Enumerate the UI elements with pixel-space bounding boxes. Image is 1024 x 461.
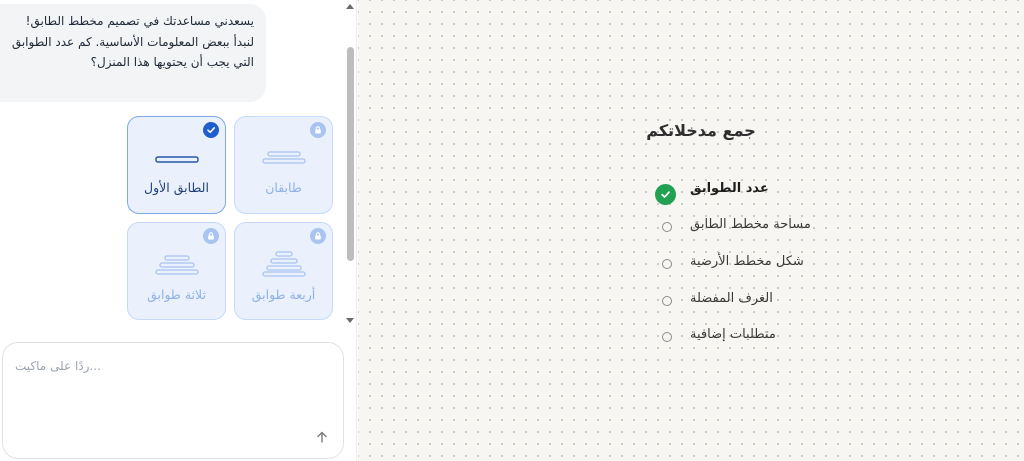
step-connector	[665, 197, 666, 204]
step-label: مساحة مخطط الطابق	[690, 217, 811, 232]
step-item-shape: شكل مخطط الأرضية	[660, 254, 860, 287]
lock-icon	[310, 228, 326, 244]
input-placeholder: ...ردًا على ماكيت	[15, 359, 101, 373]
two-floors-icon	[235, 151, 332, 165]
arrow-up-icon	[317, 431, 327, 443]
scroll-up-icon[interactable]	[346, 4, 354, 9]
progress-canvas: جمع مدخلاتكم عدد الطوابق مساحة مخطط الطا…	[358, 0, 1024, 461]
scroll-thumb[interactable]	[347, 47, 354, 261]
option-label: الطابق الأول	[144, 180, 209, 195]
four-floors-icon	[235, 251, 332, 277]
scroll-down-icon[interactable]	[346, 318, 354, 323]
pending-circle-icon	[662, 259, 672, 269]
option-two-floors[interactable]: طابقان	[234, 116, 333, 214]
single-floor-icon	[128, 155, 225, 165]
chat-scrollbar[interactable]	[344, 0, 356, 332]
option-label: ثلاثة طوابق	[147, 287, 206, 302]
step-item-floors: عدد الطوابق	[655, 181, 860, 214]
lock-icon	[310, 122, 326, 138]
step-label: متطلبات إضافية	[690, 327, 776, 342]
lock-icon	[203, 228, 219, 244]
three-floors-icon	[128, 255, 225, 275]
option-label: طابقان	[265, 180, 302, 195]
step-item-rooms: الغرف المفضلة	[660, 291, 860, 324]
option-label: أربعة طوابق	[251, 287, 316, 302]
step-label: عدد الطوابق	[690, 181, 769, 196]
step-label: شكل مخطط الأرضية	[690, 254, 804, 269]
send-button[interactable]	[309, 424, 335, 450]
pending-circle-icon	[662, 222, 672, 232]
chat-panel: يسعدني مساعدتك في تصميم مخطط الطابق! لنب…	[0, 0, 357, 461]
step-label: الغرف المفضلة	[690, 291, 773, 306]
pending-circle-icon	[662, 296, 672, 306]
check-icon	[203, 122, 219, 138]
step-item-extra: متطلبات إضافية	[660, 327, 860, 360]
option-three-floors[interactable]: ثلاثة طوابق	[127, 222, 226, 320]
step-item-area: مساحة مخطط الطابق	[660, 217, 860, 250]
option-one-floor[interactable]: الطابق الأول	[127, 116, 226, 214]
message-input[interactable]: ...ردًا على ماكيت	[2, 342, 344, 459]
steps-title: جمع مدخلاتكم	[646, 121, 756, 140]
assistant-message: يسعدني مساعدتك في تصميم مخطط الطابق! لنب…	[0, 4, 266, 102]
pending-circle-icon	[662, 332, 672, 342]
option-four-floors[interactable]: أربعة طوابق	[234, 222, 333, 320]
